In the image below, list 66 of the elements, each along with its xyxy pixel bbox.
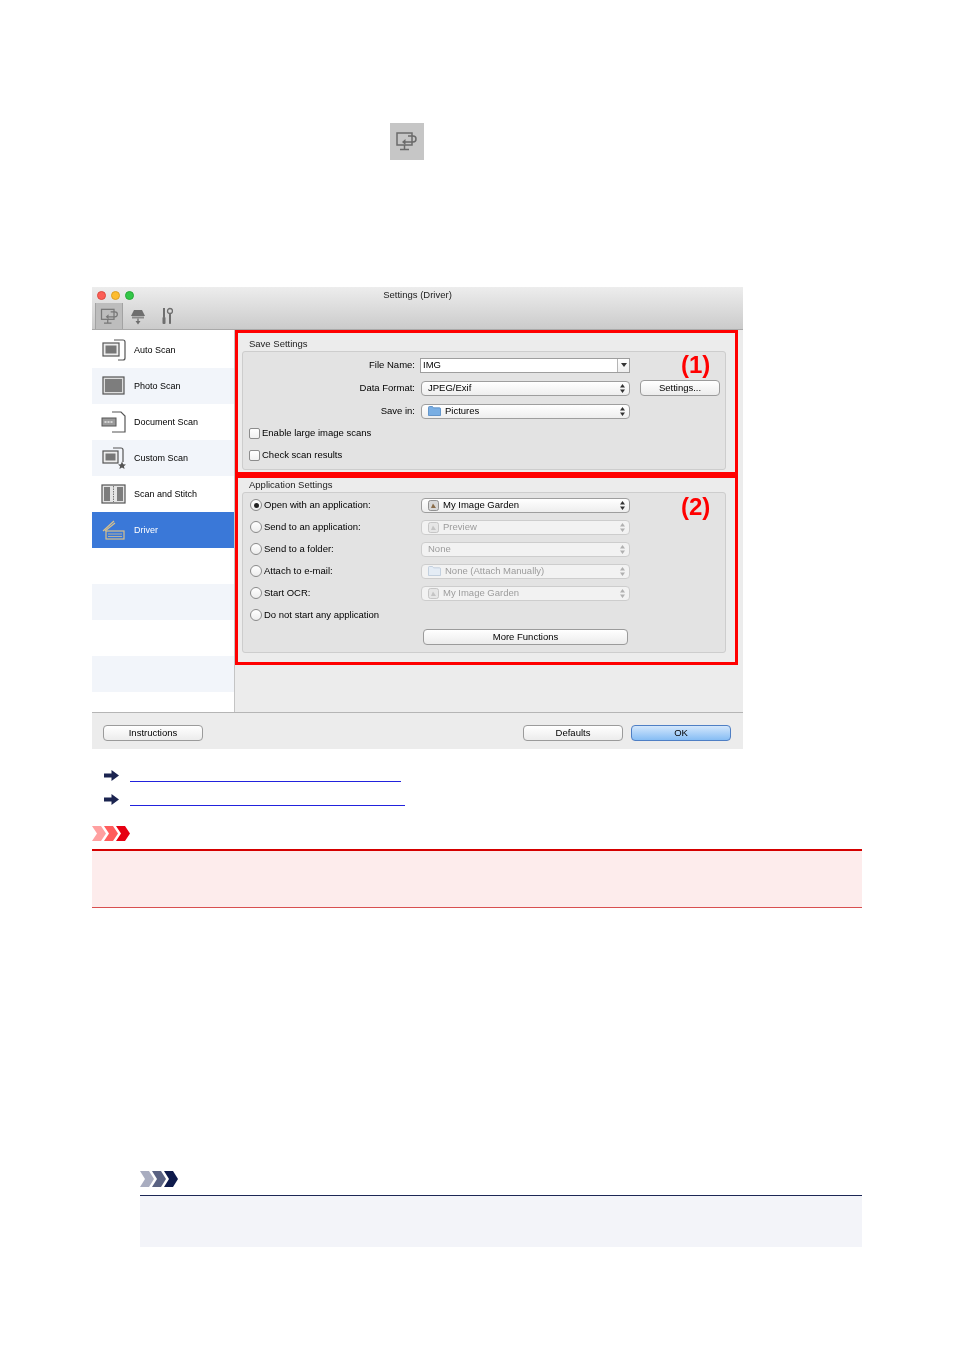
section-title: Save Settings — [249, 338, 309, 350]
folder-icon — [428, 406, 441, 416]
dropdown[interactable]: JPEG/Exif — [421, 380, 630, 396]
close-icon[interactable] — [97, 290, 106, 300]
radio-label: Start OCR: — [264, 588, 311, 598]
app-icon — [428, 499, 439, 511]
sidebar-item[interactable]: Driver — [92, 512, 234, 548]
radio-label: Send to an application: — [264, 522, 361, 532]
checkbox[interactable] — [249, 449, 260, 461]
field-label: File Name: — [368, 360, 415, 370]
radio-label: Do not start any application — [264, 610, 380, 620]
radio-button[interactable] — [250, 587, 262, 599]
radio-label: Send to a folder: — [264, 544, 334, 554]
chevrons-icon — [140, 1171, 180, 1187]
dialog-button[interactable]: Instructions — [103, 724, 203, 741]
radio-button[interactable] — [250, 521, 262, 533]
monitor-arrow-icon — [99, 306, 119, 326]
up-down-caret-icon — [620, 500, 625, 510]
combo-box[interactable]: IMG — [420, 357, 630, 373]
documents-star-icon — [101, 447, 127, 469]
radio-label: Attach to e-mail: — [264, 566, 333, 576]
app-icon — [428, 521, 439, 533]
radio-button[interactable] — [250, 609, 262, 621]
up-down-caret-icon — [620, 588, 625, 598]
document-icon — [101, 411, 127, 433]
up-down-caret-icon — [620, 383, 625, 393]
caret-down-icon — [620, 363, 627, 367]
more-functions-button[interactable]: More Functions — [423, 629, 628, 645]
tools-icon — [161, 307, 173, 325]
app-icon — [428, 587, 439, 599]
minimize-icon[interactable] — [111, 290, 120, 300]
dialog-button[interactable]: OK — [631, 724, 731, 741]
scanner-icon — [101, 519, 127, 541]
stitched-pages-icon — [101, 483, 127, 505]
folder-icon — [428, 566, 441, 576]
sidebar-item[interactable]: Custom Scan — [92, 440, 234, 476]
scanner-icon — [130, 307, 146, 325]
field-label: Data Format: — [358, 383, 415, 393]
chevrons-icon — [92, 826, 132, 841]
dropdown[interactable]: Pictures — [421, 403, 630, 419]
arrow-right-icon — [104, 794, 119, 805]
picture-icon — [101, 375, 127, 397]
dropdown[interactable]: My Image Garden — [421, 497, 630, 513]
arrow-right-icon — [104, 770, 119, 781]
section-title: Application Settings — [249, 479, 334, 491]
documents-icon — [101, 339, 127, 361]
radio-button[interactable] — [250, 499, 262, 511]
up-down-caret-icon — [620, 566, 625, 576]
up-down-caret-icon — [620, 544, 625, 554]
radio-button[interactable] — [250, 543, 262, 555]
radio-button[interactable] — [250, 565, 262, 577]
toolbar-tab[interactable] — [95, 303, 123, 329]
sidebar-item[interactable]: Photo Scan — [92, 368, 234, 404]
settings-button[interactable]: Settings... — [640, 380, 720, 396]
window-title: Settings (Driver) — [383, 290, 452, 300]
checkbox-label: Check scan results — [262, 450, 343, 460]
dialog-button[interactable]: Defaults — [523, 724, 623, 741]
up-down-caret-icon — [620, 406, 625, 416]
up-down-caret-icon — [620, 522, 625, 532]
callout-label: (1) — [681, 353, 711, 377]
maximize-icon[interactable] — [125, 290, 134, 300]
checkbox[interactable] — [249, 427, 260, 439]
checkbox-label: Enable large image scans — [262, 428, 372, 438]
callout-label: (2) — [681, 495, 711, 519]
field-label: Save in: — [379, 406, 415, 416]
radio-label: Open with an application: — [264, 500, 371, 510]
